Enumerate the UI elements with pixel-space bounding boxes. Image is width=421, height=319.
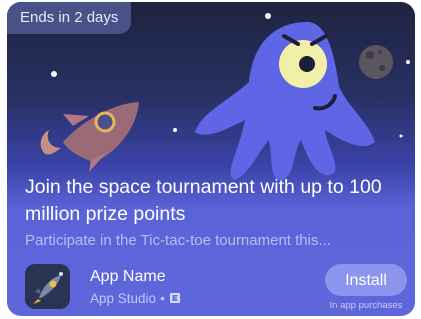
moon: [359, 45, 393, 79]
app-icon[interactable]: [25, 264, 70, 309]
promo-description: Participate in the Tic-tac-toe tournamen…: [25, 232, 331, 249]
monster: [195, 22, 375, 181]
star: [265, 13, 271, 19]
star: [406, 60, 410, 64]
install-button[interactable]: Install: [325, 264, 407, 296]
promo-card[interactable]: Ends in 2 days Join the space tournament…: [7, 2, 415, 316]
star: [173, 128, 177, 132]
rocket: [40, 102, 139, 172]
promo-title: Join the space tournament with up to 100…: [25, 176, 382, 225]
ends-badge: Ends in 2 days: [7, 2, 132, 34]
separator: •: [160, 291, 165, 306]
esrb-everyone-icon: [169, 293, 180, 303]
app-studio: App Studio •: [90, 291, 181, 306]
app-name[interactable]: App Name: [90, 268, 166, 286]
in-app-purchases-note: In app purchases: [329, 300, 403, 311]
star: [399, 134, 403, 138]
studio-name: App Studio: [90, 291, 157, 306]
rocket-icon: [33, 272, 63, 304]
star: [51, 71, 57, 77]
